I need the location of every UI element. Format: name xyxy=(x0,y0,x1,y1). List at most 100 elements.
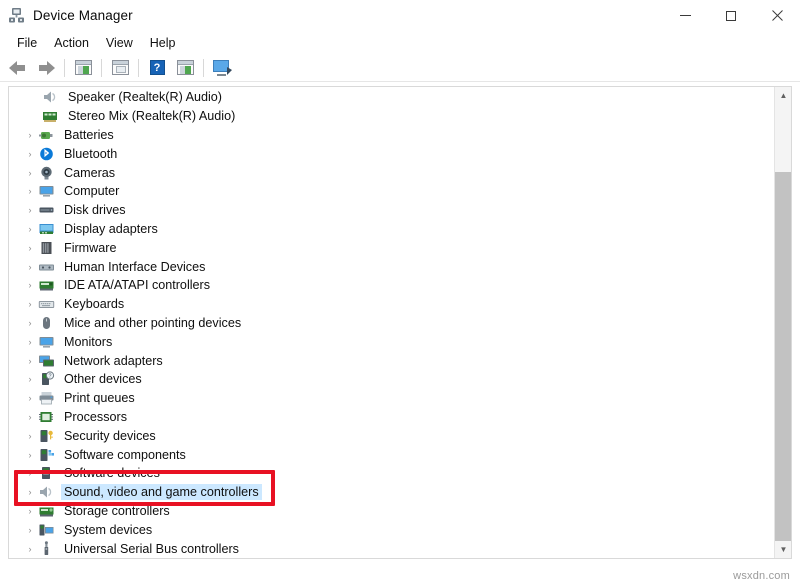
tree-row-label: Storage controllers xyxy=(61,503,173,519)
device-tree[interactable]: Speaker (Realtek(R) Audio) Stereo Mix (Re… xyxy=(9,87,774,558)
tree-row[interactable]: ›Processors xyxy=(9,408,774,427)
chevron-right-icon[interactable]: › xyxy=(22,412,38,422)
scroll-down-button[interactable]: ▼ xyxy=(775,541,792,558)
toolbar-separator-2 xyxy=(101,59,102,77)
properties-button[interactable] xyxy=(106,56,134,80)
watermark: wsxdn.com xyxy=(733,570,790,582)
tree-row[interactable]: › Firmware xyxy=(9,238,774,257)
tree-row[interactable]: Stereo Mix (Realtek(R) Audio) xyxy=(9,107,774,126)
device-manager-icon xyxy=(8,7,25,24)
minimize-button[interactable] xyxy=(662,0,708,31)
tree-row[interactable]: ›Network adapters xyxy=(9,351,774,370)
battery-icon xyxy=(38,127,56,143)
chevron-right-icon[interactable]: › xyxy=(22,393,38,403)
tree-row-label: Universal Serial Bus controllers xyxy=(61,541,242,557)
chevron-right-icon[interactable]: › xyxy=(22,431,38,441)
properties-panel-icon xyxy=(112,60,129,75)
chevron-right-icon[interactable]: › xyxy=(22,299,38,309)
tree-row[interactable]: › Software components xyxy=(9,445,774,464)
tree-row[interactable]: › Universal Serial Bus controllers xyxy=(9,539,774,558)
chevron-right-icon[interactable]: › xyxy=(22,130,38,140)
tree-row[interactable]: ›Monitors xyxy=(9,332,774,351)
camera-icon xyxy=(38,165,56,181)
chevron-right-icon[interactable]: › xyxy=(22,262,38,272)
chevron-right-icon[interactable]: › xyxy=(22,525,38,535)
chevron-right-icon[interactable]: › xyxy=(22,149,38,159)
tree-row[interactable]: ›System devices xyxy=(9,520,774,539)
menu-view[interactable]: View xyxy=(98,34,142,52)
tree-row[interactable]: Speaker (Realtek(R) Audio) xyxy=(9,88,774,107)
chevron-right-icon[interactable]: › xyxy=(22,468,38,478)
tree-row[interactable]: ›Human Interface Devices xyxy=(9,257,774,276)
chevron-right-icon[interactable]: › xyxy=(22,506,38,516)
forward-arrow-icon xyxy=(37,61,55,75)
chevron-right-icon[interactable]: › xyxy=(22,318,38,328)
network-adapter-icon xyxy=(38,353,56,369)
update-driver-button[interactable] xyxy=(208,56,236,80)
menu-file[interactable]: File xyxy=(9,34,46,52)
tree-row-label: Firmware xyxy=(61,240,119,256)
scroll-up-button[interactable]: ▲ xyxy=(775,87,792,104)
tree-row[interactable]: › Storage controllers xyxy=(9,502,774,521)
title-bar: Device Manager xyxy=(0,0,800,31)
system-device-icon xyxy=(38,522,56,538)
tree-row[interactable]: ›Keyboards xyxy=(9,295,774,314)
software-device-icon xyxy=(38,465,56,481)
back-button[interactable] xyxy=(4,56,32,80)
device-manager-window: Device Manager File Action View Help xyxy=(0,0,800,586)
chevron-right-icon[interactable]: › xyxy=(22,243,38,253)
tree-row[interactable]: › Disk drives xyxy=(9,201,774,220)
tree-row[interactable]: ›?Other devices xyxy=(9,370,774,389)
chevron-right-icon[interactable]: › xyxy=(22,374,38,384)
tree-row[interactable]: ›Software devices xyxy=(9,464,774,483)
tree-row[interactable]: ›Display adapters xyxy=(9,220,774,239)
toolbar-separator-1 xyxy=(64,59,65,77)
tree-row[interactable]: ›Sound, video and game controllers xyxy=(9,483,774,502)
stereo-mix-icon xyxy=(42,108,60,124)
tree-row[interactable]: ›Cameras xyxy=(9,163,774,182)
chevron-right-icon[interactable]: › xyxy=(22,280,38,290)
toolbar: ? xyxy=(0,54,800,82)
tree-row[interactable]: ›Bluetooth xyxy=(9,144,774,163)
scrollbar-thumb[interactable] xyxy=(775,172,792,542)
tree-row[interactable]: ›IDE ATA/ATAPI controllers xyxy=(9,276,774,295)
chevron-right-icon[interactable]: › xyxy=(22,205,38,215)
tree-row[interactable]: ›Mice and other pointing devices xyxy=(9,314,774,333)
chevron-right-icon[interactable]: › xyxy=(22,356,38,366)
tree-row[interactable]: ›Computer xyxy=(9,182,774,201)
menu-help[interactable]: Help xyxy=(142,34,185,52)
chevron-right-icon[interactable]: › xyxy=(22,224,38,234)
tree-row-label: Software components xyxy=(61,447,189,463)
processor-icon xyxy=(38,409,56,425)
keyboard-icon xyxy=(38,296,56,312)
software-component-icon xyxy=(38,447,56,463)
scan-hardware-icon xyxy=(177,60,194,75)
chevron-right-icon[interactable]: › xyxy=(22,487,38,497)
menu-action[interactable]: Action xyxy=(46,34,98,52)
help-button[interactable]: ? xyxy=(143,56,171,80)
tree-row[interactable]: › Security devices xyxy=(9,426,774,445)
scan-for-hardware-changes-button[interactable] xyxy=(171,56,199,80)
tree-row[interactable]: ›Batteries xyxy=(9,126,774,145)
show-hide-console-tree-button[interactable] xyxy=(69,56,97,80)
tree-row-label: Security devices xyxy=(61,428,159,444)
close-button[interactable] xyxy=(754,0,800,31)
tree-row-label: Disk drives xyxy=(61,202,129,218)
forward-button[interactable] xyxy=(32,56,60,80)
svg-text:?: ? xyxy=(49,374,52,380)
maximize-button[interactable] xyxy=(708,0,754,31)
back-arrow-icon xyxy=(9,61,27,75)
chevron-right-icon[interactable]: › xyxy=(22,450,38,460)
sound-controller-icon xyxy=(38,484,56,500)
chevron-right-icon[interactable]: › xyxy=(22,544,38,554)
vertical-scrollbar[interactable]: ▲ ▼ xyxy=(774,87,791,558)
ide-controller-icon xyxy=(38,277,56,293)
tree-row[interactable]: ›Print queues xyxy=(9,389,774,408)
chevron-right-icon[interactable]: › xyxy=(22,186,38,196)
window-title: Device Manager xyxy=(33,8,133,23)
tree-row-label: Speaker (Realtek(R) Audio) xyxy=(65,89,225,105)
chevron-right-icon[interactable]: › xyxy=(22,337,38,347)
usb-controller-icon xyxy=(38,541,56,557)
console-tree-icon xyxy=(75,60,92,75)
chevron-right-icon[interactable]: › xyxy=(22,168,38,178)
